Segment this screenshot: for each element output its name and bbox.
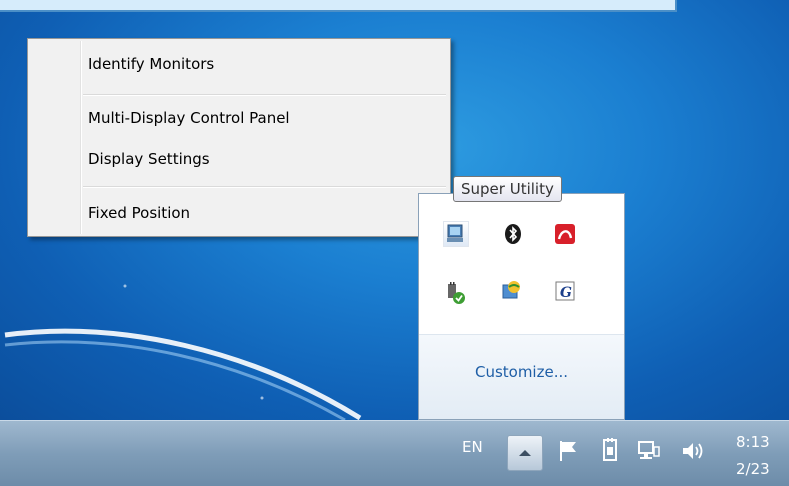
super-utility-icon[interactable] bbox=[443, 221, 469, 247]
power-plug-icon[interactable] bbox=[443, 281, 469, 307]
notification-overflow-popup: G Customize... bbox=[418, 193, 625, 420]
action-center-flag-icon[interactable] bbox=[556, 438, 580, 468]
system-clock[interactable]: 8:13 2/23 bbox=[736, 429, 789, 483]
menu-separator bbox=[83, 94, 446, 96]
menu-separator bbox=[83, 186, 446, 188]
antivirus-icon[interactable] bbox=[553, 222, 579, 248]
show-hidden-icons-button[interactable] bbox=[507, 435, 543, 471]
menu-item-identify-monitors[interactable]: Identify Monitors bbox=[88, 51, 214, 77]
customize-link[interactable]: Customize... bbox=[419, 363, 624, 381]
clock-date: 2/23 bbox=[736, 460, 770, 478]
menu-icon-gutter bbox=[80, 41, 82, 234]
network-icon[interactable] bbox=[636, 438, 662, 468]
chevron-up-icon bbox=[519, 450, 531, 456]
svg-text:G: G bbox=[560, 285, 572, 301]
volume-icon[interactable] bbox=[680, 438, 708, 468]
taskbar: EN 8:13 2/23 bbox=[0, 420, 789, 486]
power-icon[interactable] bbox=[598, 438, 622, 468]
clock-time: 8:13 bbox=[736, 433, 770, 451]
window-edge-strip bbox=[0, 0, 677, 12]
super-utility-tooltip: Super Utility bbox=[453, 176, 562, 202]
menu-item-display-settings[interactable]: Display Settings bbox=[88, 146, 210, 172]
tray-popup-footer: Customize... bbox=[419, 334, 624, 419]
context-menu: Identify Monitors Multi-Display Control … bbox=[27, 38, 451, 237]
bluetooth-icon[interactable] bbox=[501, 222, 527, 248]
network-globe-icon[interactable] bbox=[499, 279, 525, 305]
menu-item-fixed-position[interactable]: Fixed Position bbox=[88, 200, 190, 226]
font-g-icon[interactable]: G bbox=[553, 279, 579, 305]
language-indicator[interactable]: EN bbox=[462, 438, 483, 456]
menu-item-multi-display-control-panel[interactable]: Multi-Display Control Panel bbox=[88, 105, 290, 131]
